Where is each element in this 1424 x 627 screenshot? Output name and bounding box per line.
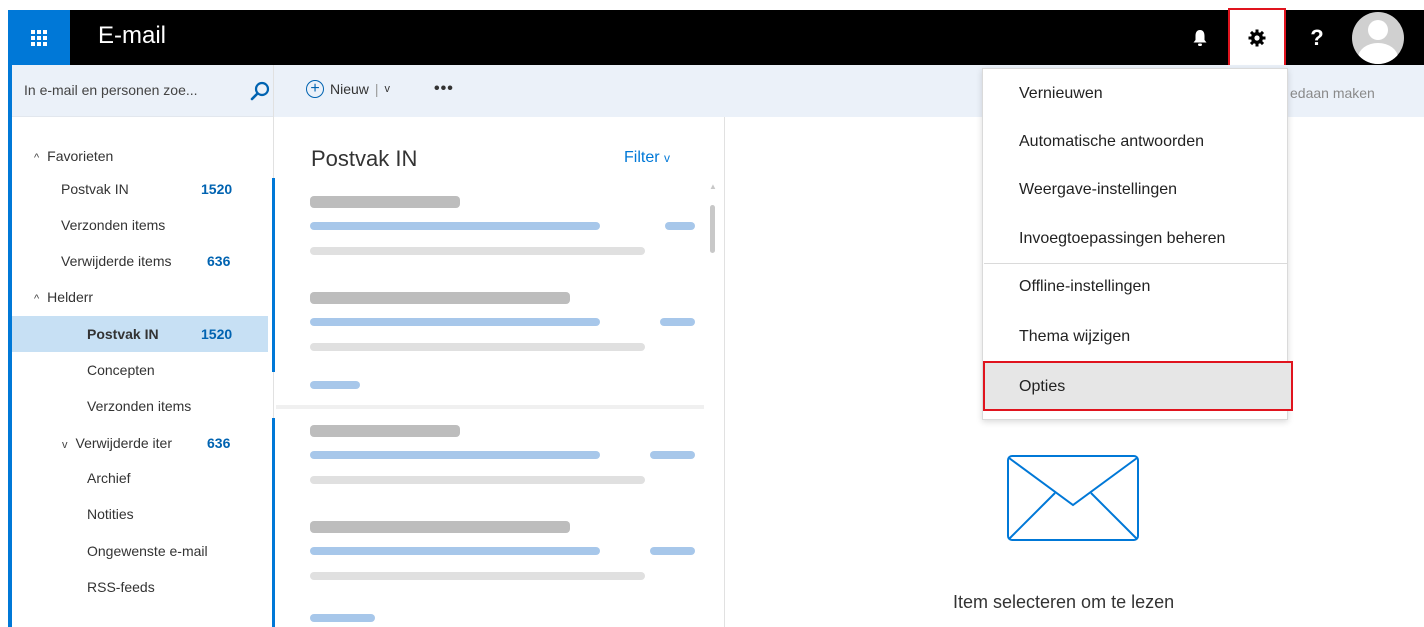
gear-icon bbox=[1248, 29, 1266, 46]
unread-count: 636 bbox=[207, 253, 231, 269]
search-icon[interactable] bbox=[250, 81, 270, 101]
avatar[interactable] bbox=[1352, 12, 1404, 64]
bell-icon bbox=[1193, 29, 1207, 46]
folder-archive[interactable]: Archief bbox=[87, 470, 131, 486]
menu-item-display-settings[interactable]: Weergave-instellingen bbox=[1019, 181, 1177, 199]
undo-button[interactable]: edaan maken bbox=[1290, 85, 1375, 101]
chevron-up-icon: ^ bbox=[34, 293, 40, 305]
reading-pane-empty-text: Item selecteren om te lezen bbox=[953, 592, 1175, 612]
folder-notes[interactable]: Notities bbox=[87, 506, 134, 522]
account-label: Helderr bbox=[47, 289, 94, 305]
message-list-title: Postvak IN bbox=[311, 146, 418, 171]
unread-count: 1520 bbox=[201, 181, 233, 197]
menu-item-manage-addins[interactable]: Invoegtoepassingen beheren bbox=[1019, 230, 1225, 248]
new-label: Nieuw bbox=[330, 81, 369, 97]
scroll-up-arrow[interactable]: ▲ bbox=[709, 182, 717, 191]
envelope-icon bbox=[1007, 455, 1139, 541]
folder-favorites-sent[interactable]: Verzonden items bbox=[61, 217, 165, 233]
chevron-up-icon: ^ bbox=[34, 152, 40, 164]
new-message-button[interactable]: + Nieuw | v bbox=[306, 80, 390, 98]
app-title[interactable]: E-mail bbox=[98, 22, 166, 50]
waffle-icon bbox=[31, 29, 47, 46]
settings-menu: Vernieuwen Automatische antwoorden Weerg… bbox=[982, 68, 1293, 420]
folder-favorites-deleted[interactable]: Verwijderde items bbox=[61, 253, 172, 269]
menu-item-change-theme[interactable]: Thema wijzigen bbox=[1019, 328, 1130, 346]
menu-item-options[interactable]: Opties bbox=[1019, 378, 1065, 396]
unread-count: 636 bbox=[207, 435, 231, 451]
favorites-label: Favorieten bbox=[47, 148, 114, 164]
settings-button[interactable] bbox=[1228, 8, 1286, 67]
search-box[interactable]: In e-mail en personen zoe... bbox=[12, 65, 273, 117]
menu-divider bbox=[984, 263, 1287, 264]
reading-pane-divider[interactable] bbox=[724, 117, 725, 627]
avatar-icon bbox=[1368, 20, 1388, 40]
chevron-down-icon[interactable]: v bbox=[385, 83, 391, 95]
folder-inbox[interactable]: Postvak IN bbox=[87, 326, 159, 342]
chevron-down-icon: v bbox=[62, 439, 68, 451]
chevron-down-icon: v bbox=[664, 151, 671, 165]
scrollbar-thumb[interactable] bbox=[710, 205, 715, 253]
folder-deleted[interactable]: v Verwijderde iter bbox=[62, 435, 172, 451]
unread-indicator bbox=[272, 418, 275, 627]
unread-count: 1520 bbox=[201, 326, 233, 342]
plus-icon: + bbox=[306, 80, 324, 98]
top-bar: E-mail ? bbox=[8, 8, 1424, 67]
menu-item-automatic-replies[interactable]: Automatische antwoorden bbox=[1019, 133, 1204, 151]
help-icon: ? bbox=[1310, 24, 1324, 50]
search-input[interactable]: In e-mail en personen zoe... bbox=[24, 82, 198, 98]
folder-rss[interactable]: RSS-feeds bbox=[87, 579, 155, 595]
more-actions-button[interactable]: ••• bbox=[434, 80, 454, 98]
folder-favorites-inbox[interactable]: Postvak IN bbox=[61, 181, 129, 197]
folder-sent[interactable]: Verzonden items bbox=[87, 398, 191, 414]
folder-junk[interactable]: Ongewenste e-mail bbox=[87, 543, 208, 559]
folder-drafts[interactable]: Concepten bbox=[87, 362, 155, 378]
help-button[interactable]: ? bbox=[1288, 10, 1346, 65]
notifications-button[interactable] bbox=[1171, 10, 1229, 65]
unread-indicator bbox=[272, 178, 275, 372]
filter-button[interactable]: Filter v bbox=[624, 149, 670, 167]
account-header[interactable]: ^ Helderr bbox=[34, 289, 93, 305]
separator: | bbox=[374, 81, 379, 97]
favorites-header[interactable]: ^ Favorieten bbox=[34, 148, 113, 164]
menu-item-offline-settings[interactable]: Offline-instellingen bbox=[1019, 278, 1150, 296]
message-group-divider bbox=[276, 405, 704, 409]
app-launcher-button[interactable] bbox=[8, 10, 70, 65]
menu-item-refresh[interactable]: Vernieuwen bbox=[1019, 85, 1103, 103]
